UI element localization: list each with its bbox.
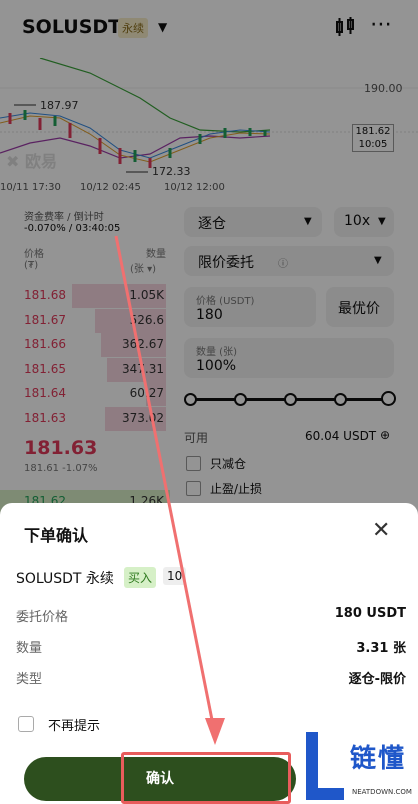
site-watermark: 链懂 NEATDOWN.COM: [304, 732, 418, 803]
watermark-title: 链懂: [350, 744, 407, 774]
annotation-arrow: [114, 235, 225, 745]
watermark-site: NEATDOWN.COM: [352, 788, 412, 796]
watermark-logo-icon: [306, 732, 344, 800]
